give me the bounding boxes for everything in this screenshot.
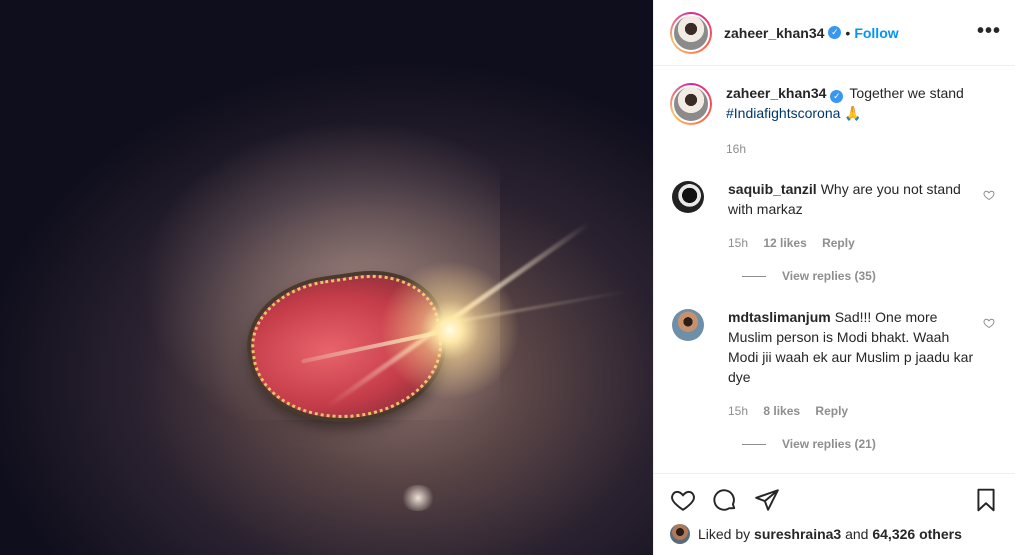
post-sidebar: zaheer_khan34 ✓ • Follow ••• zaheer_khan… <box>653 0 1015 555</box>
caption-username[interactable]: zaheer_khan34 <box>726 85 826 101</box>
action-icons <box>670 486 999 514</box>
commenter-avatar[interactable] <box>672 309 704 341</box>
comment-bubble-icon[interactable] <box>712 487 738 513</box>
verified-badge-icon: ✓ <box>828 26 842 39</box>
comment-like-heart-icon[interactable] <box>983 189 995 201</box>
caption: zaheer_khan34 ✓ Together we stand #Indiafi… <box>670 83 999 159</box>
view-replies-line <box>742 443 766 445</box>
liked-by-prefix: Liked by <box>698 526 751 542</box>
view-replies-line <box>742 275 766 277</box>
comment-item: mdtaslimanjum Sad!!! One more Muslim pers… <box>670 307 999 421</box>
liker-avatar[interactable] <box>670 524 690 544</box>
comment-username[interactable]: saquib_tanzil <box>728 181 817 197</box>
comment-time[interactable]: 15h <box>728 404 748 418</box>
author-avatar-image <box>672 13 710 52</box>
comment-likes[interactable]: 8 likes <box>763 404 800 418</box>
comment-body: mdtaslimanjum Sad!!! One more Muslim pers… <box>728 307 999 421</box>
author-username[interactable]: zaheer_khan34 <box>724 25 824 41</box>
comment-time[interactable]: 15h <box>728 236 748 250</box>
verified-badge-icon: ✓ <box>830 89 844 103</box>
post-header: zaheer_khan34 ✓ • Follow ••• <box>654 0 1015 66</box>
comment-likes[interactable]: 12 likes <box>763 236 806 250</box>
caption-avatar[interactable] <box>670 83 712 125</box>
commenter-avatar[interactable] <box>672 181 704 213</box>
light-reflection <box>400 485 436 511</box>
reply-button[interactable]: Reply <box>815 404 848 418</box>
comment-username[interactable]: mdtaslimanjum <box>728 309 831 325</box>
view-replies-label: View replies (21) <box>782 437 876 451</box>
view-replies-button[interactable]: View replies (21) <box>742 437 999 451</box>
folded-hands-emoji: 🙏 <box>844 105 862 121</box>
view-replies-label: View replies (35) <box>782 269 876 283</box>
save-bookmark-icon[interactable] <box>973 487 999 513</box>
flame-glow <box>380 260 520 400</box>
comment-item: saquib_tanzil Why are you not stand with … <box>670 179 999 253</box>
caption-hashtag[interactable]: #Indiafightscorona <box>726 105 840 121</box>
liked-by: Liked by sureshraina3 and 64,326 others <box>670 524 999 544</box>
liked-by-and: and <box>845 526 869 542</box>
instagram-post: zaheer_khan34 ✓ • Follow ••• zaheer_khan… <box>0 0 1015 555</box>
like-heart-icon[interactable] <box>670 487 696 513</box>
post-actions: Liked by sureshraina3 and 64,326 others <box>654 473 1015 555</box>
post-photo[interactable] <box>0 0 653 555</box>
comment-body: saquib_tanzil Why are you not stand with … <box>728 179 999 253</box>
follow-button[interactable]: Follow <box>854 25 898 41</box>
comment-like-heart-icon[interactable] <box>983 317 995 329</box>
caption-body: zaheer_khan34 ✓ Together we stand #Indiafi… <box>726 83 999 159</box>
liker-username[interactable]: sureshraina3 <box>754 526 841 542</box>
separator-dot: • <box>845 24 851 41</box>
reply-button[interactable]: Reply <box>822 236 855 250</box>
likes-count[interactable]: 64,326 others <box>872 526 962 542</box>
caption-time[interactable]: 16h <box>726 142 746 156</box>
caption-text: Together we stand <box>849 85 964 101</box>
caption-avatar-image <box>672 85 710 123</box>
comment-meta: 15h 8 likes Reply <box>728 401 975 421</box>
comment-meta: 15h 12 likes Reply <box>728 233 975 253</box>
caption-meta: 16h <box>726 139 999 159</box>
view-replies-button[interactable]: View replies (35) <box>742 269 999 283</box>
share-send-icon[interactable] <box>754 487 780 513</box>
more-options-icon[interactable]: ••• <box>977 20 1001 43</box>
comments-panel[interactable]: zaheer_khan34 ✓ Together we stand #Indiafi… <box>654 67 1015 473</box>
author-avatar[interactable] <box>670 11 712 54</box>
